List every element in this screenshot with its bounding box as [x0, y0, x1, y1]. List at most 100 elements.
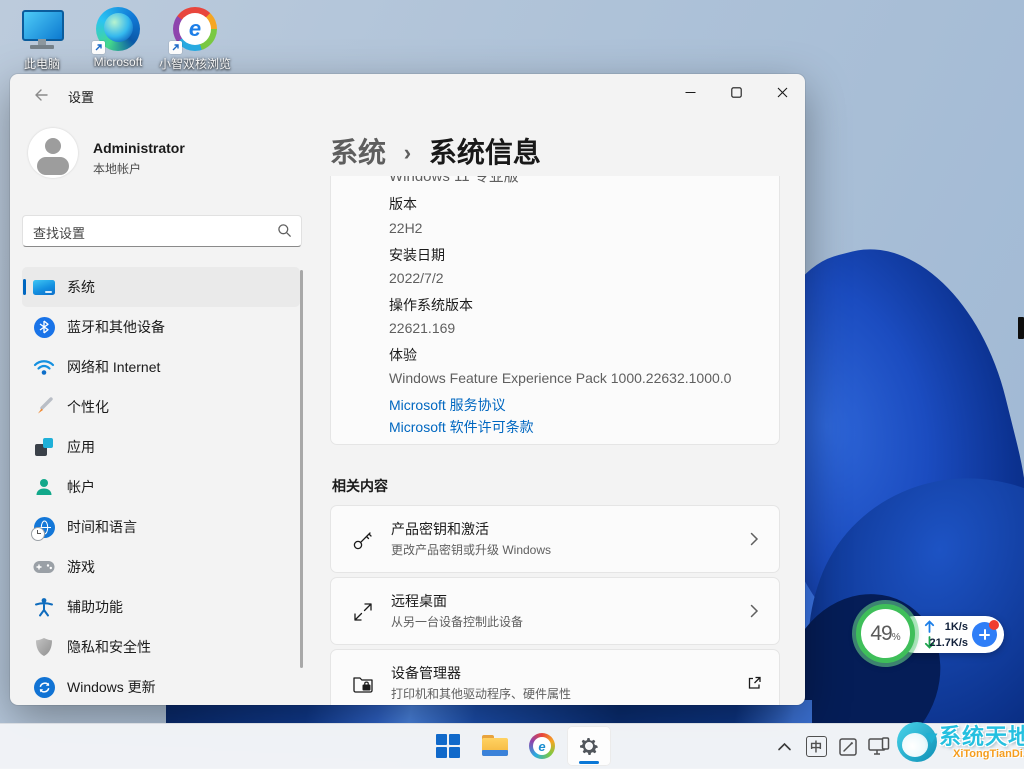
sidebar-item-personalization[interactable]: 个性化: [22, 387, 300, 427]
account-icon: [32, 475, 56, 499]
sidebar-item-windows-update[interactable]: Windows 更新: [22, 667, 300, 705]
related-section-title: 相关内容: [332, 476, 388, 496]
cpu-percent: 49: [870, 622, 891, 646]
sidebar-item-apps[interactable]: 应用: [22, 427, 300, 467]
active-app-indicator: [579, 761, 599, 764]
pen-input-button[interactable]: [832, 731, 864, 763]
watermark-logo: 系统天地 XiTongTianDi.net: [897, 722, 1024, 762]
content-scroll-area[interactable]: Windows 11 专业版 版本 22H2 安装日期 2022/7/2 操作系…: [330, 176, 782, 705]
system-icon: [32, 275, 56, 299]
sidebar-item-privacy[interactable]: 隐私和安全性: [22, 627, 300, 667]
selected-indicator: [23, 279, 26, 295]
monitor-phone-icon: [868, 737, 892, 757]
apps-icon: [32, 435, 56, 459]
window-title: 设置: [68, 87, 94, 106]
minimize-button[interactable]: [667, 74, 713, 110]
browser-button[interactable]: e: [520, 726, 564, 766]
desktop-icon-this-pc[interactable]: 此电脑: [0, 6, 84, 72]
external-link-icon: [745, 674, 763, 692]
upload-speed: 1K/s: [920, 621, 968, 633]
sidebar-item-gaming[interactable]: 游戏: [22, 547, 300, 587]
watermark-globe-icon: [897, 722, 937, 762]
watermark-site: XiTongTianDi.net: [953, 748, 1024, 760]
user-name: Administrator: [93, 140, 185, 156]
widget-plus-button[interactable]: [972, 622, 997, 647]
taskbar: e 中: [0, 723, 1024, 769]
shield-icon: [32, 635, 56, 659]
paintbrush-icon: [32, 395, 56, 419]
remote-desktop-icon: [351, 600, 375, 624]
avatar[interactable]: [28, 128, 78, 178]
breadcrumb-parent[interactable]: 系统: [330, 137, 386, 168]
back-arrow-icon: [33, 87, 49, 103]
sidebar-item-network[interactable]: 网络和 Internet: [22, 347, 300, 387]
desktop-icon-microsoft-edge[interactable]: Microsoft: [76, 6, 160, 69]
ime-icon: 中: [806, 736, 827, 757]
breadcrumb: 系统 › 系统信息: [330, 131, 541, 171]
key-icon: [351, 528, 375, 552]
accessibility-icon: [32, 595, 56, 619]
breadcrumb-separator-icon: ›: [404, 140, 411, 165]
page-title: 系统信息: [429, 137, 541, 168]
settings-nav: 系统 蓝牙和其他设备 网络和 Internet 个性化 应用: [10, 267, 320, 705]
settings-button[interactable]: [567, 726, 611, 766]
desktop-icon-label: Microsoft: [76, 55, 160, 69]
settings-window: 设置 Administrator 本地帐户 查找设置 系统: [10, 74, 805, 705]
cast-display-button[interactable]: [864, 731, 896, 763]
product-key-card[interactable]: 产品密钥和激活 更改产品密钥或升级 Windows: [330, 505, 780, 573]
about-card: Windows 11 专业版 版本 22H2 安装日期 2022/7/2 操作系…: [330, 176, 780, 445]
shortcut-arrow-icon: [92, 41, 105, 54]
minimize-icon: [685, 87, 696, 98]
cpu-usage-ball[interactable]: 49 %: [856, 604, 915, 663]
bluetooth-icon: [32, 315, 56, 339]
search-icon: [277, 223, 292, 243]
chevron-right-icon: [745, 602, 763, 620]
desktop-icon-label: 此电脑: [0, 55, 84, 72]
ms-license-terms-link[interactable]: Microsoft 软件许可条款: [389, 417, 534, 437]
search-placeholder: 查找设置: [33, 223, 85, 242]
edge-icon: [95, 6, 141, 52]
remote-desktop-card[interactable]: 远程桌面 从另一台设备控制此设备: [330, 577, 780, 645]
file-explorer-button[interactable]: [473, 726, 517, 766]
windows-logo-icon: [436, 734, 460, 758]
sidebar-scrollbar[interactable]: [300, 270, 303, 668]
browser-icon: e: [172, 6, 218, 52]
sidebar-item-system[interactable]: 系统: [22, 267, 300, 307]
ms-services-agreement-link[interactable]: Microsoft 服务协议: [389, 395, 506, 415]
screen-edge-mark: [1018, 317, 1024, 339]
plus-icon: [979, 629, 990, 640]
desktop-icon-label: 小智双核浏览: [153, 55, 237, 72]
start-button[interactable]: [426, 726, 470, 766]
folder-icon: [482, 735, 508, 757]
download-speed: 21.7K/s: [920, 637, 968, 649]
this-pc-icon: [19, 6, 65, 52]
update-icon: [32, 675, 56, 699]
desktop-icon-browser[interactable]: e 小智双核浏览: [153, 6, 237, 72]
chevron-up-icon: [777, 741, 792, 752]
device-manager-icon: [351, 672, 375, 696]
close-icon: [777, 87, 788, 98]
search-input[interactable]: 查找设置: [22, 215, 302, 247]
pen-icon: [838, 737, 858, 757]
tray-chevron-button[interactable]: [768, 731, 800, 763]
notification-dot: [989, 620, 999, 630]
ime-button[interactable]: 中: [800, 731, 832, 763]
back-button[interactable]: [24, 82, 58, 108]
maximize-button[interactable]: [713, 74, 759, 110]
chevron-right-icon: [745, 530, 763, 548]
sidebar-item-accounts[interactable]: 帐户: [22, 467, 300, 507]
globe-clock-icon: [32, 515, 56, 539]
close-button[interactable]: [759, 74, 805, 110]
windows-edition: Windows 11 专业版: [389, 176, 519, 186]
browser-icon: e: [529, 733, 555, 759]
device-manager-card[interactable]: 设备管理器 打印机和其他驱动程序、硬件属性: [330, 649, 780, 705]
wifi-icon: [32, 355, 56, 379]
sidebar-item-bluetooth[interactable]: 蓝牙和其他设备: [22, 307, 300, 347]
shortcut-arrow-icon: [169, 41, 182, 54]
watermark-name: 系统天地: [939, 725, 1024, 748]
maximize-icon: [731, 87, 742, 98]
gamepad-icon: [32, 555, 56, 579]
sidebar-item-time-language[interactable]: 时间和语言: [22, 507, 300, 547]
user-account-type: 本地帐户: [93, 160, 141, 177]
sidebar-item-accessibility[interactable]: 辅助功能: [22, 587, 300, 627]
